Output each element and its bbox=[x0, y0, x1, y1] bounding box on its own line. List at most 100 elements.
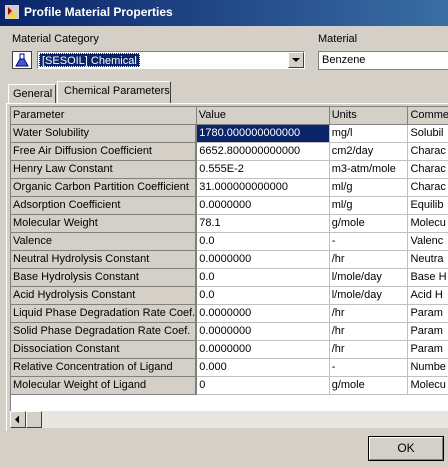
column-header[interactable]: Comme bbox=[407, 107, 448, 125]
table-cell[interactable]: l/mole/day bbox=[329, 268, 409, 287]
column-header[interactable]: Value bbox=[196, 107, 330, 125]
table-cell[interactable]: m3-atm/mole bbox=[329, 160, 409, 179]
tab-general[interactable]: General bbox=[8, 84, 56, 104]
table-row: Acid Hydrolysis Constant 0.0 l/mole/day Aci… bbox=[11, 286, 448, 305]
table-cell[interactable]: ml/g bbox=[329, 178, 409, 197]
material-value: Benzene bbox=[322, 54, 366, 66]
table-cell[interactable]: /hr bbox=[329, 340, 409, 359]
table-cell[interactable]: Neutra bbox=[407, 250, 448, 269]
tab-chemical-parameters-label: Chemical Parameters bbox=[64, 85, 170, 97]
material-category-select[interactable]: [SESOIL] Chemical bbox=[37, 51, 305, 69]
table-cell[interactable]: 1780.000000000000 bbox=[196, 124, 330, 143]
column-header[interactable]: Parameter bbox=[11, 107, 197, 125]
ok-button[interactable]: OK bbox=[368, 436, 444, 461]
table-row: Water Solubility 1780.000000000000 mg/l Sol… bbox=[11, 124, 448, 143]
table-row: Organic Carbon Partition Coefficient 31.0… bbox=[11, 178, 448, 197]
table-cell[interactable]: - bbox=[329, 232, 409, 251]
row-header[interactable]: Solid Phase Degradation Rate Coef. bbox=[11, 322, 198, 341]
material-category-value: [SESOIL] Chemical bbox=[39, 53, 140, 67]
row-header[interactable]: Free Air Diffusion Coefficient bbox=[11, 142, 198, 161]
scroll-left-button[interactable] bbox=[10, 411, 26, 428]
row-header[interactable]: Organic Carbon Partition Coefficient bbox=[11, 178, 198, 197]
table-cell[interactable]: Charac bbox=[407, 160, 448, 179]
material-label: Material bbox=[318, 33, 358, 45]
table-cell[interactable]: /hr bbox=[329, 322, 409, 341]
tab-chemical-parameters[interactable]: Chemical Parameters bbox=[57, 81, 171, 103]
table-row: Relative Concentration of Ligand 0.000- Nu… bbox=[11, 358, 448, 377]
table-row: Solid Phase Degradation Rate Coef. 0.0000… bbox=[11, 322, 448, 341]
window-title: Profile Material Properties bbox=[24, 5, 173, 19]
table-row: Molecular Weight of Ligand 0 g/mole Molecu bbox=[11, 376, 448, 395]
row-header[interactable]: Dissociation Constant bbox=[11, 340, 198, 359]
table-cell[interactable]: Equilib bbox=[407, 196, 448, 215]
table-cell[interactable]: g/mole bbox=[329, 214, 409, 233]
row-header[interactable]: Molecular Weight of Ligand bbox=[11, 376, 198, 395]
row-header[interactable]: Liquid Phase Degradation Rate Coef. bbox=[11, 304, 198, 323]
table-cell[interactable]: 0.0 bbox=[196, 286, 330, 305]
material-field[interactable]: Benzene bbox=[318, 51, 448, 70]
row-header[interactable]: Valence bbox=[11, 232, 198, 251]
ok-button-label: OK bbox=[397, 441, 415, 455]
table-cell[interactable]: 0.0000000 bbox=[196, 196, 330, 215]
table-cell[interactable]: 0.555E-2 bbox=[196, 160, 330, 179]
flask-icon bbox=[12, 51, 32, 69]
dropdown-arrow-button[interactable] bbox=[288, 52, 304, 68]
table-cell[interactable]: 0.0 bbox=[196, 232, 330, 251]
row-header[interactable]: Neutral Hydrolysis Constant bbox=[11, 250, 198, 269]
table-cell[interactable]: - bbox=[329, 358, 409, 377]
row-header[interactable]: Molecular Weight bbox=[11, 214, 198, 233]
row-header[interactable]: Adsorption Coefficient bbox=[11, 196, 198, 215]
table-cell[interactable]: 78.1 bbox=[196, 214, 330, 233]
table-cell[interactable]: /hr bbox=[329, 250, 409, 269]
table-cell[interactable]: Acid H bbox=[407, 286, 448, 305]
table-cell[interactable]: cm2/day bbox=[329, 142, 409, 161]
table-row: Neutral Hydrolysis Constant 0.0000000/hr N… bbox=[11, 250, 448, 269]
table-cell[interactable]: /hr bbox=[329, 304, 409, 323]
column-header[interactable]: Units bbox=[329, 107, 409, 125]
title-bar[interactable]: Profile Material Properties bbox=[0, 0, 448, 26]
table-cell[interactable]: 0.0 bbox=[196, 268, 330, 287]
table-cell[interactable]: l/mole/day bbox=[329, 286, 409, 305]
table-cell[interactable]: Numbe bbox=[407, 358, 448, 377]
material-category-label: Material Category bbox=[12, 33, 99, 45]
app-icon bbox=[5, 5, 19, 19]
row-header[interactable]: Acid Hydrolysis Constant bbox=[11, 286, 198, 305]
row-header[interactable]: Henry Law Constant bbox=[11, 160, 198, 179]
table-cell[interactable]: 0.0000000 bbox=[196, 304, 330, 323]
chevron-down-icon bbox=[292, 58, 300, 62]
parameters-grid[interactable]: Parameter Value Units Comme Water Solubilit… bbox=[10, 106, 448, 411]
table-cell[interactable]: mg/l bbox=[329, 124, 409, 143]
horizontal-scrollbar[interactable] bbox=[10, 411, 448, 428]
table-cell[interactable]: 31.000000000000 bbox=[196, 178, 330, 197]
row-header[interactable]: Relative Concentration of Ligand bbox=[11, 358, 198, 377]
scroll-thumb[interactable] bbox=[26, 411, 42, 428]
table-cell[interactable]: Molecu bbox=[407, 214, 448, 233]
table-cell[interactable]: Valenc bbox=[407, 232, 448, 251]
tab-general-label: General bbox=[13, 88, 53, 100]
arrow-left-icon bbox=[15, 415, 19, 424]
table-cell[interactable]: Param bbox=[407, 304, 448, 323]
table-cell[interactable]: 0.0000000 bbox=[196, 340, 330, 359]
table-cell[interactable]: Charac bbox=[407, 142, 448, 161]
table-cell[interactable]: 0.000 bbox=[196, 358, 330, 377]
table-cell[interactable]: ml/g bbox=[329, 196, 409, 215]
table-cell[interactable]: Molecu bbox=[407, 376, 448, 395]
table-cell[interactable]: 0.0000000 bbox=[196, 322, 330, 341]
table-cell[interactable]: 0.0000000 bbox=[196, 250, 330, 269]
table-cell[interactable]: Param bbox=[407, 322, 448, 341]
table-row: Valence 0.0- Valenc bbox=[11, 232, 448, 251]
table-row: Henry Law Constant 0.555E-2 m3-atm/mole Cha… bbox=[11, 160, 448, 179]
table-cell[interactable]: Param bbox=[407, 340, 448, 359]
row-header[interactable]: Water Solubility bbox=[11, 124, 198, 143]
table-row: Base Hydrolysis Constant 0.0 l/mole/day Bas… bbox=[11, 268, 448, 287]
table-cell[interactable]: Base H bbox=[407, 268, 448, 287]
table-row: Molecular Weight 78.1 g/mole Molecu bbox=[11, 214, 448, 233]
table-cell[interactable]: 6652.800000000000 bbox=[196, 142, 330, 161]
table-cell[interactable]: Solubil bbox=[407, 124, 448, 143]
row-header[interactable]: Base Hydrolysis Constant bbox=[11, 268, 198, 287]
table-row: Dissociation Constant 0.0000000/hr Param bbox=[11, 340, 448, 359]
table-row: Free Air Diffusion Coefficient 6652.80000… bbox=[11, 142, 448, 161]
table-cell[interactable]: Charac bbox=[407, 178, 448, 197]
table-cell[interactable]: 0 bbox=[196, 376, 330, 395]
table-cell[interactable]: g/mole bbox=[329, 376, 409, 395]
